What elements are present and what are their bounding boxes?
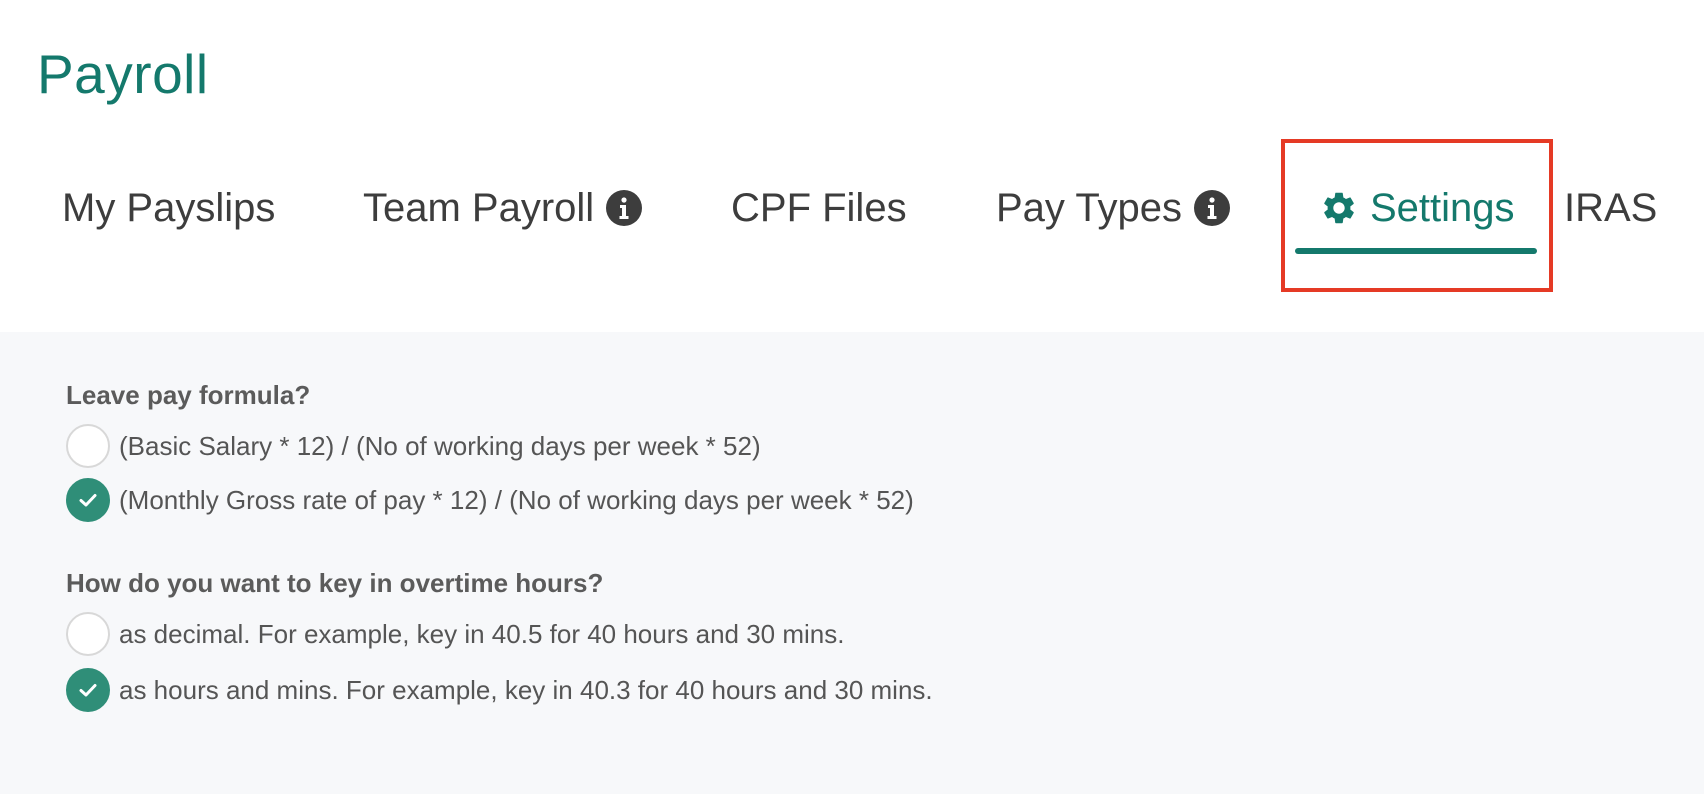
radio-button[interactable]	[66, 612, 110, 656]
radio-button-checked[interactable]	[66, 668, 110, 712]
overtime-question: How do you want to key in overtime hours…	[66, 568, 604, 598]
radio-button-checked[interactable]	[66, 478, 110, 522]
check-icon	[79, 494, 97, 507]
radio-button[interactable]	[66, 424, 110, 468]
tab-label: My Payslips	[62, 185, 276, 230]
info-icon[interactable]	[1194, 190, 1231, 226]
leave-pay-option-monthly-gross[interactable]: (Monthly Gross rate of pay * 12) / (No o…	[66, 478, 914, 522]
tab-cpf-files[interactable]: CPF Files	[731, 178, 907, 238]
tab-label: Team Payroll	[363, 185, 595, 230]
highlight-annotation	[1281, 139, 1553, 292]
leave-pay-question: Leave pay formula?	[66, 380, 311, 410]
leave-pay-option-basic-salary[interactable]: (Basic Salary * 12) / (No of working day…	[66, 424, 761, 468]
tab-label: Pay Types	[996, 185, 1183, 230]
overtime-option-hours-mins[interactable]: as hours and mins. For example, key in 4…	[66, 668, 933, 712]
option-label: as hours and mins. For example, key in 4…	[119, 674, 933, 705]
tab-pay-types[interactable]: Pay Types	[996, 178, 1231, 238]
tab-team-payroll[interactable]: Team Payroll	[363, 178, 643, 238]
option-label: (Basic Salary * 12) / (No of working day…	[119, 430, 761, 461]
info-icon[interactable]	[606, 190, 643, 226]
option-label: (Monthly Gross rate of pay * 12) / (No o…	[119, 484, 914, 515]
tab-label: IRAS	[1564, 185, 1658, 230]
tab-iras[interactable]: IRAS	[1564, 178, 1657, 238]
check-icon	[79, 684, 97, 697]
tab-my-payslips[interactable]: My Payslips	[62, 178, 275, 238]
payroll-tabs: My Payslips Team Payroll CPF Files Pay T…	[0, 0, 1704, 332]
option-label: as decimal. For example, key in 40.5 for…	[119, 618, 845, 649]
settings-panel: Leave pay formula? (Basic Salary * 12) /…	[0, 332, 1704, 794]
tab-label: CPF Files	[731, 185, 907, 230]
overtime-option-decimal[interactable]: as decimal. For example, key in 40.5 for…	[66, 612, 844, 656]
